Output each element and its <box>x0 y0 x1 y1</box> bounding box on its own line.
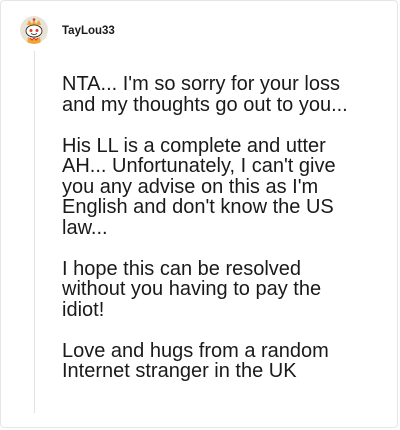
comment-paragraph: His LL is a complete and utter AH... Unf… <box>62 134 388 239</box>
comment-line: Love and hugs from a random <box>62 339 329 362</box>
comment-line: you any advise on this as I'm <box>62 175 319 198</box>
comment-paragraph: NTA... I'm so sorry for your loss and my… <box>62 74 388 115</box>
comment-card: TayLou33 NTA... I'm so sorry for your lo… <box>0 0 398 428</box>
comment-line: English and don't know the US <box>62 196 334 218</box>
comment-paragraph: Love and hugs from a random Internet str… <box>62 339 388 382</box>
comment-line: His LL is a complete and utter <box>62 134 326 157</box>
thread-line[interactable] <box>34 51 35 413</box>
comment-line: without you having to pay the <box>62 278 322 300</box>
comment-body: NTA... I'm so sorry for your loss and my… <box>62 74 388 382</box>
snoo-avatar-icon <box>20 16 48 44</box>
comment-line: idiot! <box>62 298 105 321</box>
comment-line: NTA... I'm so sorry for your loss <box>62 73 340 95</box>
comment-line: Internet stranger in the UK <box>62 360 297 382</box>
comment-line: I hope this can be resolved <box>62 257 302 280</box>
comment-line: AH... Unfortunately, I can't give <box>62 155 336 177</box>
comment-line: law... <box>62 216 108 239</box>
comment-paragraph: I hope this can be resolved without you … <box>62 257 388 321</box>
user-avatar[interactable] <box>20 16 48 44</box>
comment-line: and my thoughts go out to you... <box>62 93 348 116</box>
comment-username[interactable]: TayLou33 <box>62 24 115 38</box>
